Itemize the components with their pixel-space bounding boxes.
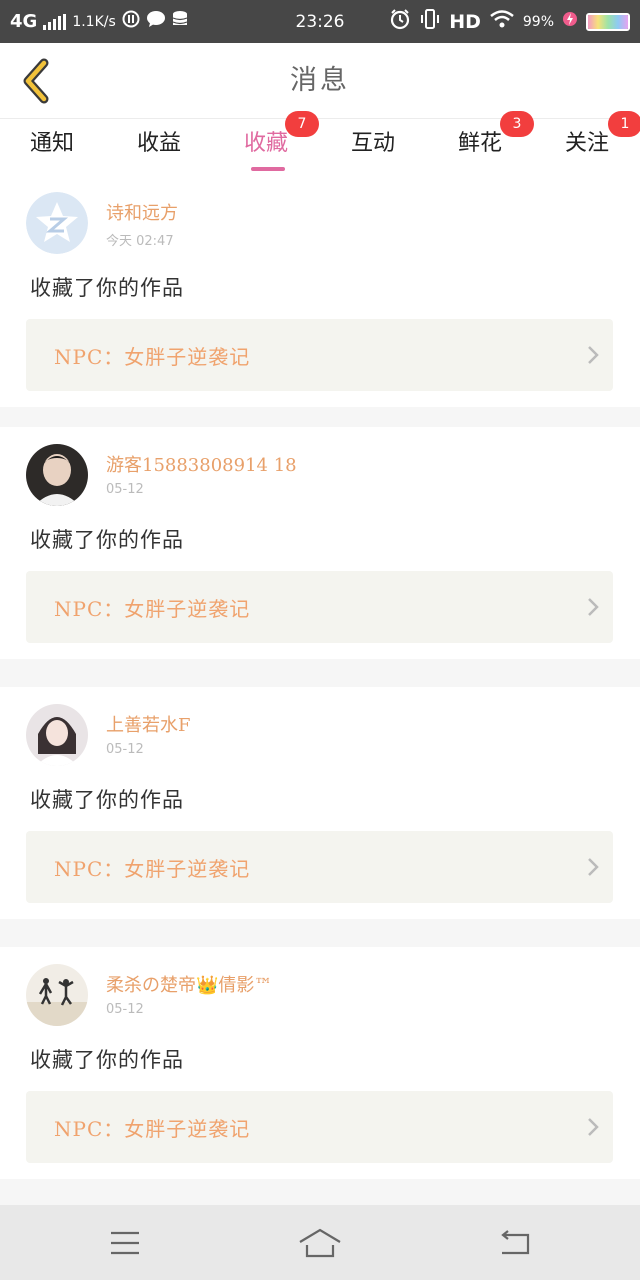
- tab-label: 鲜花: [457, 131, 502, 156]
- action-text: 收藏了你的作品: [30, 788, 184, 812]
- timestamp: 05-12: [106, 482, 144, 497]
- work-title: NPC：女胖子逆袭记: [54, 344, 251, 369]
- system-navigation-bar: [0, 1205, 640, 1280]
- menu-button[interactable]: [75, 1205, 175, 1280]
- timestamp: 05-12: [106, 1002, 144, 1017]
- list-item: 游客15883808914 18 05-12 收藏了你的作品 NPC：女胖子逆袭…: [0, 427, 640, 659]
- back-nav-button[interactable]: [465, 1205, 565, 1280]
- list-item: 诗和远方 今天 02:47 收藏了你的作品 NPC：女胖子逆袭记: [0, 175, 640, 407]
- work-link[interactable]: NPC：女胖子逆袭记: [26, 831, 613, 903]
- chevron-right-icon: [573, 831, 613, 903]
- tab-flowers[interactable]: 鲜花 3: [435, 111, 534, 175]
- chevron-right-icon: [573, 319, 613, 391]
- avatar[interactable]: [26, 444, 88, 506]
- tab-label: 关注: [564, 131, 609, 156]
- tab-label: 收益: [136, 131, 181, 156]
- chat-notification-icon: [146, 10, 166, 33]
- menu-icon: [111, 1231, 139, 1254]
- alarm-icon: [389, 8, 411, 35]
- battery-icon: [586, 12, 630, 31]
- data-saver-icon: [122, 10, 140, 33]
- username[interactable]: 上善若水F: [106, 711, 191, 737]
- action-text: 收藏了你的作品: [30, 276, 184, 300]
- tab-label: 互动: [350, 131, 395, 156]
- action-text: 收藏了你的作品: [30, 1048, 184, 1072]
- hd-indicator: HD: [449, 10, 481, 33]
- avatar[interactable]: [26, 192, 88, 254]
- avatar[interactable]: [26, 964, 88, 1026]
- timestamp: 今天 02:47: [106, 234, 174, 249]
- flowers-badge: 3: [500, 111, 534, 137]
- home-icon: [299, 1228, 341, 1257]
- tab-label: 收藏: [243, 131, 288, 156]
- page-title: 消息: [290, 65, 350, 96]
- tab-label: 通知: [29, 131, 74, 156]
- header: 消息: [0, 43, 640, 119]
- work-link[interactable]: NPC：女胖子逆袭记: [26, 1091, 613, 1163]
- home-button[interactable]: [270, 1205, 370, 1280]
- battery-percent: 99%: [522, 13, 554, 30]
- favorites-badge: 7: [285, 111, 319, 137]
- chevron-right-icon: [573, 1091, 613, 1163]
- list-item: 上善若水F 05-12 收藏了你的作品 NPC：女胖子逆袭记: [0, 687, 640, 919]
- chevron-left-icon: [23, 58, 49, 104]
- wifi-icon: [489, 9, 515, 34]
- following-badge: 1: [608, 111, 640, 137]
- charging-icon: [562, 10, 578, 33]
- tab-interactions[interactable]: 互动: [328, 119, 418, 175]
- back-button[interactable]: [18, 57, 54, 105]
- action-text: 收藏了你的作品: [30, 528, 184, 552]
- back-icon: [501, 1229, 530, 1254]
- tab-following[interactable]: 关注 1: [542, 111, 640, 175]
- tab-favorites[interactable]: 收藏 7: [221, 111, 319, 175]
- username[interactable]: 游客15883808914 18: [106, 451, 297, 477]
- work-link[interactable]: NPC：女胖子逆袭记: [26, 319, 613, 391]
- work-title: NPC：女胖子逆袭记: [54, 1116, 251, 1141]
- vibrate-icon: [419, 8, 441, 35]
- list-item: 柔杀の楚帝👑倩影™ 05-12 收藏了你的作品 NPC：女胖子逆袭记: [0, 947, 640, 1179]
- active-tab-indicator: [251, 167, 285, 171]
- timestamp: 05-12: [106, 742, 144, 757]
- network-type: 4G: [10, 11, 38, 32]
- signal-icon: [43, 13, 67, 30]
- tab-bar: 通知 收益 收藏 7 互动 鲜花 3 关注 1: [0, 111, 640, 175]
- work-title: NPC：女胖子逆袭记: [54, 596, 251, 621]
- tab-notifications[interactable]: 通知: [7, 119, 97, 175]
- chevron-right-icon: [573, 571, 613, 643]
- tab-earnings[interactable]: 收益: [114, 119, 204, 175]
- username[interactable]: 柔杀の楚帝👑倩影™: [106, 971, 272, 997]
- avatar[interactable]: [26, 704, 88, 766]
- database-icon: [172, 10, 190, 33]
- work-link[interactable]: NPC：女胖子逆袭记: [26, 571, 613, 643]
- network-speed: 1.1K/s: [72, 13, 116, 30]
- status-bar: 4G 1.1K/s 23:26 HD 99%: [0, 0, 640, 43]
- username[interactable]: 诗和远方: [106, 199, 178, 225]
- work-title: NPC：女胖子逆袭记: [54, 856, 251, 881]
